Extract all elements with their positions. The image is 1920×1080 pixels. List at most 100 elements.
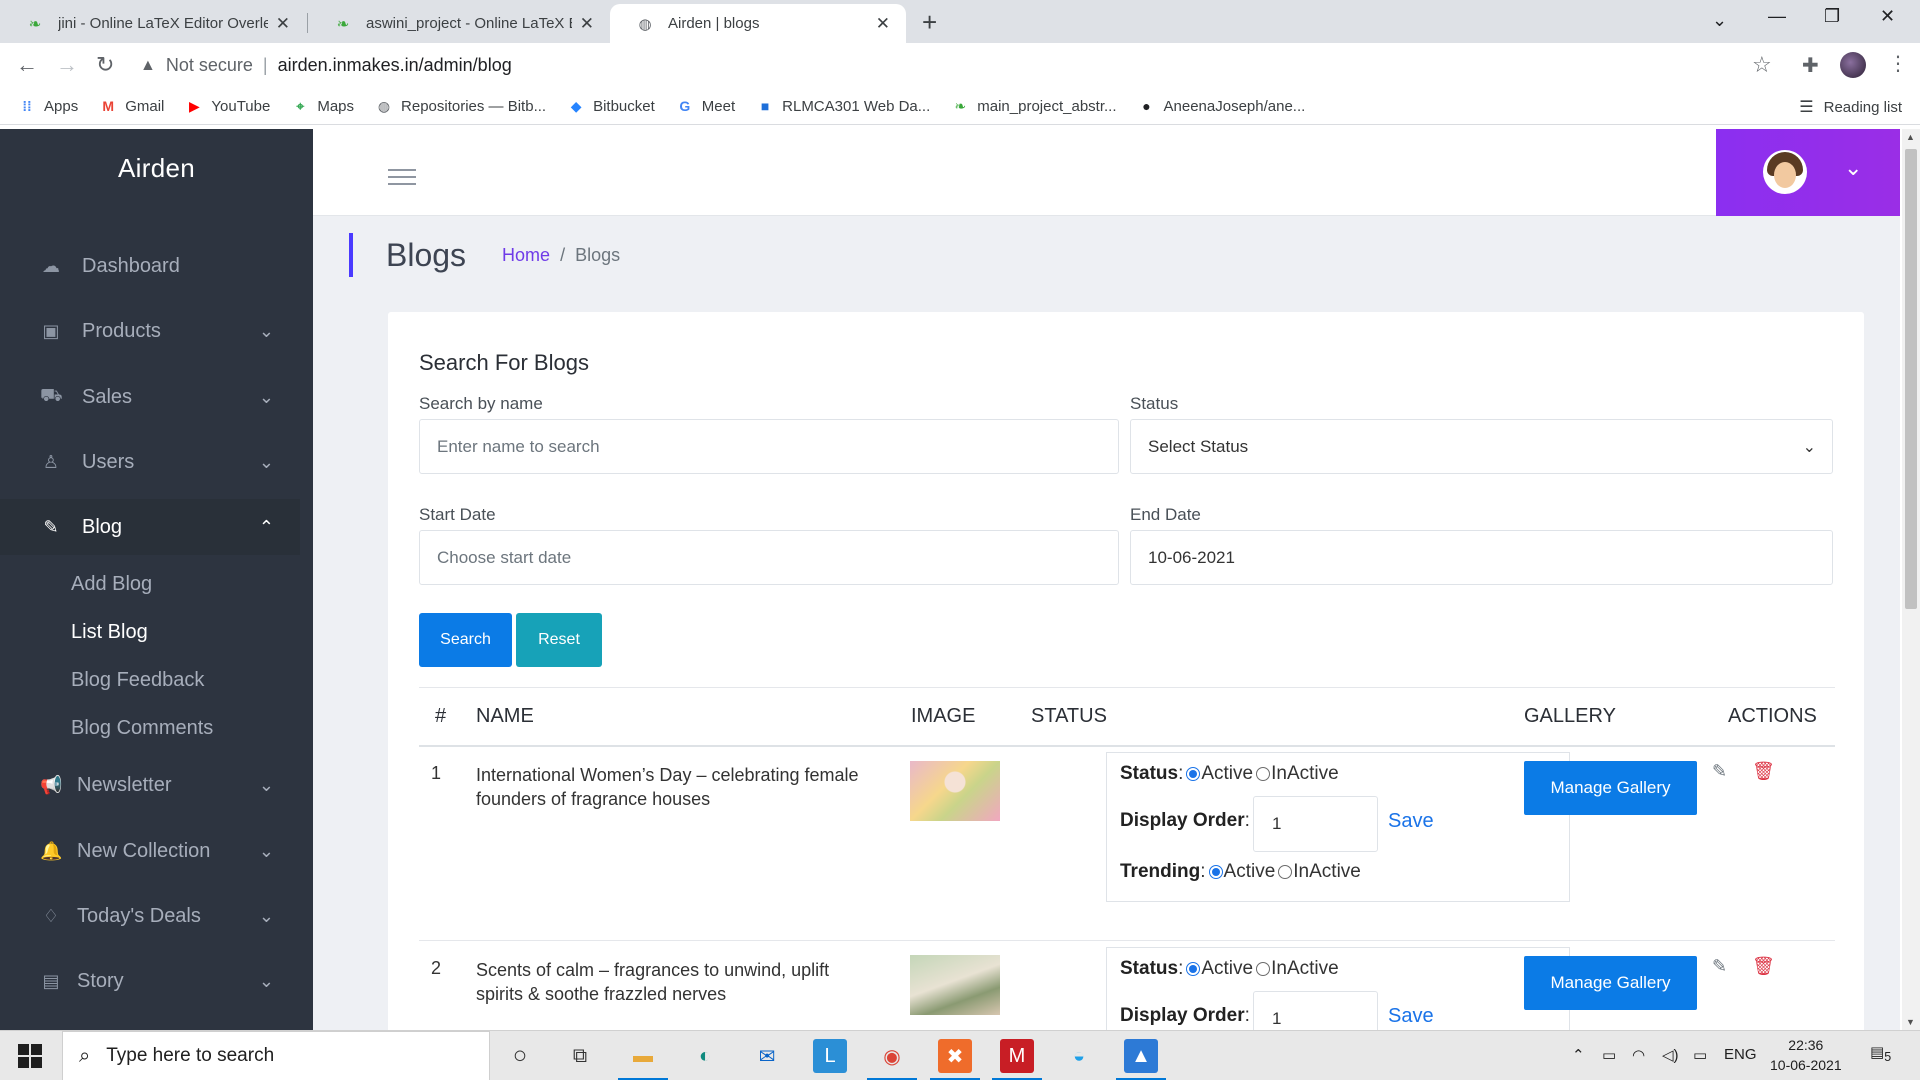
back-icon[interactable]: ← xyxy=(16,52,38,78)
bookmark-meet[interactable]: G Meet xyxy=(676,97,735,115)
scrollbar-thumb[interactable] xyxy=(1905,149,1917,609)
bookmark-github[interactable]: ● AneenaJoseph/ane... xyxy=(1138,97,1305,115)
breadcrumb-home[interactable]: Home xyxy=(502,245,550,266)
volume-icon[interactable]: ◁) xyxy=(1662,1046,1679,1064)
save-order-link[interactable]: Save xyxy=(1388,810,1434,833)
bookmark-maps[interactable]: ⌖ Maps xyxy=(291,97,354,115)
notification-count: 5 xyxy=(1884,1050,1892,1064)
new-tab-icon[interactable]: + xyxy=(922,7,937,38)
trending-inactive-radio[interactable] xyxy=(1278,865,1293,879)
sidebar-item-story[interactable]: ▤ Story ⌄ xyxy=(0,953,300,1009)
save-order-link[interactable]: Save xyxy=(1388,1005,1434,1028)
sidebar-item-blog[interactable]: ✎ Blog ⌃ xyxy=(0,499,300,555)
sidebar-sub-blog-feedback[interactable]: Blog Feedback xyxy=(71,669,204,692)
xampp-icon[interactable]: ✖ xyxy=(930,1039,980,1080)
docker-icon[interactable]: ◒ xyxy=(1062,1039,1096,1073)
manage-gallery-button[interactable]: Manage Gallery xyxy=(1524,761,1697,815)
bookmark-youtube[interactable]: ▶ YouTube xyxy=(185,97,270,115)
mcafee-icon[interactable]: M xyxy=(992,1039,1042,1080)
reset-button[interactable]: Reset xyxy=(516,613,602,667)
sidebar-item-sales[interactable]: ⛟ Sales ⌄ xyxy=(0,369,300,425)
app-l-icon[interactable]: L xyxy=(813,1039,847,1073)
trending-active-radio[interactable] xyxy=(1208,865,1223,879)
bookmark-apps[interactable]: ⁞⁞ Apps xyxy=(18,97,78,115)
show-hidden-icons[interactable]: ⌃ xyxy=(1572,1046,1585,1064)
edge-icon[interactable]: ◐ xyxy=(688,1039,722,1073)
hamburger-menu-icon[interactable] xyxy=(388,169,416,190)
browser-menu-icon[interactable]: ⋮ xyxy=(1888,51,1908,76)
close-tab-icon[interactable]: ✕ xyxy=(876,14,890,34)
language-indicator[interactable]: ENG xyxy=(1724,1046,1757,1063)
profile-avatar[interactable] xyxy=(1840,52,1866,78)
mail-icon[interactable]: ✉ xyxy=(750,1039,784,1073)
close-window-icon[interactable]: ✕ xyxy=(1880,6,1895,27)
omnibox[interactable]: ▲ Not secure | airden.inmakes.in/admin/b… xyxy=(140,49,1780,82)
status-inactive-radio[interactable] xyxy=(1256,767,1271,781)
system-clock[interactable]: 22:36 10-06-2021 xyxy=(1770,1035,1842,1075)
photos-icon[interactable]: ▲ xyxy=(1116,1039,1166,1080)
scroll-down-icon[interactable]: ▼ xyxy=(1906,1017,1915,1027)
sidebar-item-products[interactable]: ▣ Products ⌄ xyxy=(0,303,300,359)
status-inactive-radio[interactable] xyxy=(1256,962,1271,976)
sidebar-sub-add-blog[interactable]: Add Blog xyxy=(71,573,152,596)
status-select[interactable]: Select Status ⌄ xyxy=(1130,419,1833,474)
forward-icon[interactable]: → xyxy=(56,52,78,78)
display-order-input[interactable]: 1 xyxy=(1253,991,1378,1030)
display-order-input[interactable]: 1 xyxy=(1253,796,1378,852)
close-tab-icon[interactable]: ✕ xyxy=(580,14,594,34)
status-active-label: Active xyxy=(1201,763,1254,784)
bookmark-label: Bitbucket xyxy=(593,97,655,115)
edit-icon[interactable]: ✎ xyxy=(1712,761,1727,782)
browser-tab-3-active[interactable]: ◍ Airden | blogs ✕ xyxy=(610,4,906,43)
bookmark-repositories[interactable]: ◍ Repositories — Bitb... xyxy=(375,97,546,115)
edit-icon[interactable]: ✎ xyxy=(1712,956,1727,977)
status-active-radio[interactable] xyxy=(1186,767,1201,781)
user-menu[interactable]: ⌄ xyxy=(1716,129,1900,216)
meet-now-icon[interactable]: ▭ xyxy=(1602,1046,1616,1064)
battery-icon[interactable]: ▭ xyxy=(1693,1046,1707,1064)
tab-search-icon[interactable]: ⌄ xyxy=(1712,10,1727,31)
avatar[interactable] xyxy=(1763,150,1807,194)
start-date-input[interactable]: Choose start date xyxy=(419,530,1119,585)
cortana-icon[interactable]: ○ xyxy=(503,1039,537,1073)
extensions-icon[interactable]: ✚ xyxy=(1802,53,1819,78)
bookmark-rlmca[interactable]: ■ RLMCA301 Web Da... xyxy=(756,97,930,115)
wifi-icon[interactable]: ◠ xyxy=(1632,1046,1645,1064)
reload-icon[interactable]: ↻ xyxy=(96,52,114,78)
sidebar-item-todays-deals[interactable]: ♢ Today's Deals ⌄ xyxy=(0,888,300,944)
browser-tab-1[interactable]: ❧ jini - Online LaTeX Editor Overleaf ✕ xyxy=(0,4,306,43)
search-name-input[interactable]: Enter name to search xyxy=(419,419,1119,474)
chevron-down-icon[interactable]: ⌄ xyxy=(1844,155,1862,181)
windows-start-icon[interactable] xyxy=(18,1044,42,1068)
sidebar-item-dashboard[interactable]: ☁ Dashboard xyxy=(0,238,300,294)
chrome-icon[interactable]: ◉ xyxy=(867,1039,917,1080)
maximize-icon[interactable]: ❐ xyxy=(1824,6,1840,27)
end-date-input[interactable]: 10-06-2021 xyxy=(1130,530,1833,585)
bookmark-gmail[interactable]: M Gmail xyxy=(99,97,164,115)
bookmark-label: RLMCA301 Web Da... xyxy=(782,97,931,115)
bookmark-main-project[interactable]: ❧ main_project_abstr... xyxy=(951,97,1116,115)
task-view-icon[interactable]: ⧉ xyxy=(563,1039,597,1073)
trash-icon[interactable]: 🗑 xyxy=(1752,956,1775,977)
sidebar-sub-list-blog[interactable]: List Blog xyxy=(71,621,148,644)
search-button[interactable]: Search xyxy=(419,613,512,667)
status-active-radio[interactable] xyxy=(1186,962,1201,976)
bookmark-bitbucket[interactable]: ◆ Bitbucket xyxy=(567,97,655,115)
sidebar-item-new-collection[interactable]: 🔔 New Collection ⌄ xyxy=(0,823,300,879)
brand-logo[interactable]: Airden xyxy=(0,129,313,207)
taskbar-search[interactable]: ⌕ Type here to search xyxy=(62,1031,490,1080)
file-explorer-icon[interactable]: ▬ xyxy=(618,1039,668,1080)
trash-icon[interactable]: 🗑 xyxy=(1752,761,1775,782)
page-scrollbar[interactable]: ▲ ▼ xyxy=(1902,129,1920,1030)
bookmark-star-icon[interactable]: ☆ xyxy=(1752,52,1772,78)
manage-gallery-button[interactable]: Manage Gallery xyxy=(1524,956,1697,1010)
reading-list[interactable]: ☰ Reading list xyxy=(1799,97,1902,117)
minimize-icon[interactable]: — xyxy=(1768,6,1786,27)
browser-tab-2[interactable]: ❧ aswini_project - Online LaTeX Editor ✕ xyxy=(308,4,610,43)
sidebar-sub-blog-comments[interactable]: Blog Comments xyxy=(71,717,213,740)
sidebar-item-users[interactable]: ♙ Users ⌄ xyxy=(0,434,300,490)
scroll-up-icon[interactable]: ▲ xyxy=(1906,132,1915,142)
sidebar-item-newsletter[interactable]: 📢 Newsletter ⌄ xyxy=(0,757,300,813)
notification-center-icon[interactable]: ▤5 xyxy=(1870,1043,1891,1064)
close-tab-icon[interactable]: ✕ xyxy=(276,14,290,34)
